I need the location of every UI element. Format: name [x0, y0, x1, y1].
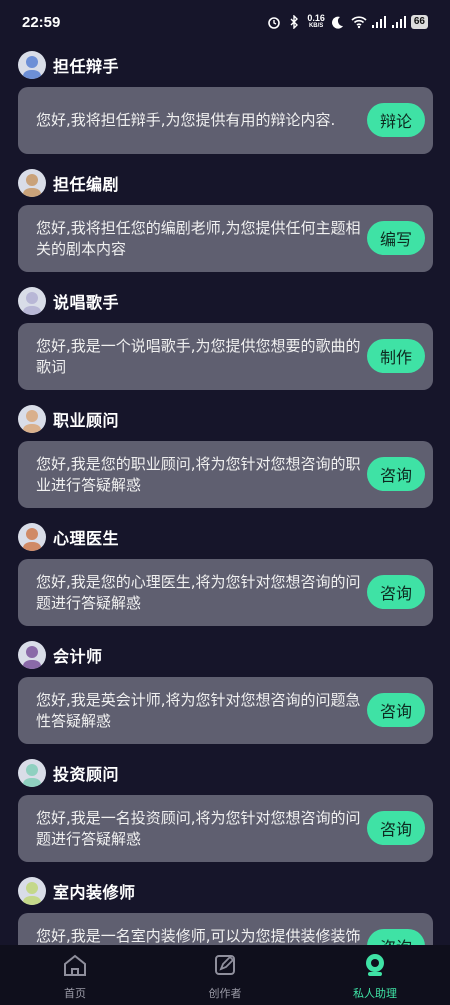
home-icon	[62, 953, 88, 981]
assistant-name: 担任辩手	[53, 57, 120, 76]
assistant-item: 心理医生 您好,我是您的心理医生,将为您针对您想咨询的问题进行答疑解惑 咨询	[0, 516, 450, 634]
assistant-item: 职业顾问 您好,我是您的职业顾问,将为您针对您想咨询的职业进行答疑解惑 咨询	[0, 398, 450, 516]
assistant-name: 心理医生	[53, 529, 120, 548]
assistant-name: 室内装修师	[53, 883, 136, 902]
assistant-action-button[interactable]: 咨询	[367, 693, 425, 727]
assistant-header: 会计师	[18, 640, 103, 670]
assistant-header: 投资顾问	[18, 758, 119, 788]
assistant-description: 您好,我是英会计师,将为您针对您想咨询的问题急性答疑解惑	[36, 690, 361, 730]
avatar	[18, 759, 46, 787]
assistant-description: 您好,我是您的职业顾问,将为您针对您想咨询的职业进行答疑解惑	[36, 454, 361, 494]
nav-tab-pencil[interactable]: 创作者	[150, 945, 300, 1005]
assistant-action-button[interactable]: 咨询	[367, 811, 425, 845]
signal-icon-2	[391, 15, 406, 29]
avatar	[18, 523, 46, 551]
assistant-description: 您好,我是一个说唱歌手,为您提供您想要的歌曲的歌词	[36, 336, 361, 376]
assistant-item: 说唱歌手 您好,我是一个说唱歌手,为您提供您想要的歌曲的歌词 制作	[0, 280, 450, 398]
assistant-header: 室内装修师	[18, 876, 136, 906]
assistant-action-button[interactable]: 辩论	[367, 103, 425, 137]
assistant-item: 投资顾问 您好,我是一名投资顾问,将为您针对您想咨询的问题进行答疑解惑 咨询	[0, 752, 450, 870]
assistant-item: 会计师 您好,我是英会计师,将为您针对您想咨询的问题急性答疑解惑 咨询	[0, 634, 450, 752]
avatar	[18, 51, 46, 79]
assistant-card: 您好,我是英会计师,将为您针对您想咨询的问题急性答疑解惑 咨询	[18, 677, 433, 744]
assistant-action-button[interactable]: 制作	[367, 339, 425, 373]
signal-icon	[371, 15, 386, 29]
avatar	[18, 641, 46, 669]
moon-icon	[331, 15, 345, 29]
assistant-card: 您好,我将担任辩手,为您提供有用的辩论内容. 辩论	[18, 87, 433, 154]
assistant-description: 您好,我将担任您的编剧老师,为您提供任何主题相关的剧本内容	[36, 218, 361, 258]
avatar	[18, 287, 46, 315]
assistant-card: 您好,我是您的心理医生,将为您针对您想咨询的问题进行答疑解惑 咨询	[18, 559, 433, 626]
assistant-description: 您好,我是一名投资顾问,将为您针对您想咨询的问题进行答疑解惑	[36, 808, 361, 848]
assistant-header: 心理医生	[18, 522, 119, 552]
assistant-name: 担任编剧	[53, 175, 120, 194]
assistant-action-button[interactable]: 编写	[367, 221, 425, 255]
alarm-icon	[267, 15, 281, 29]
battery-indicator: 66	[410, 15, 428, 29]
bottom-nav: 首页 创作者 私人助理	[0, 945, 450, 1005]
status-bar: 22:59 0.16 KB/S 66	[0, 0, 450, 44]
avatar	[18, 405, 46, 433]
assistant-description: 您好,我是您的心理医生,将为您针对您想咨询的问题进行答疑解惑	[36, 572, 361, 612]
assistant-icon	[362, 953, 388, 981]
assistant-item: 担任辩手 您好,我将担任辩手,为您提供有用的辩论内容. 辩论	[0, 44, 450, 162]
nav-tab-label: 首页	[64, 987, 86, 1000]
nav-tab-label: 创作者	[208, 987, 242, 1000]
nav-tab-home[interactable]: 首页	[0, 945, 150, 1005]
avatar	[18, 877, 46, 905]
assistant-card: 您好,我是一名投资顾问,将为您针对您想咨询的问题进行答疑解惑 咨询	[18, 795, 433, 862]
assistant-card: 您好,我是一个说唱歌手,为您提供您想要的歌曲的歌词 制作	[18, 323, 433, 390]
assistant-header: 担任辩手	[18, 50, 119, 80]
assistant-card: 您好,我是您的职业顾问,将为您针对您想咨询的职业进行答疑解惑 咨询	[18, 441, 433, 508]
assistant-item: 担任编剧 您好,我将担任您的编剧老师,为您提供任何主题相关的剧本内容 编写	[0, 162, 450, 280]
assistant-card: 您好,我将担任您的编剧老师,为您提供任何主题相关的剧本内容 编写	[18, 205, 433, 272]
pencil-icon	[212, 953, 238, 981]
wifi-icon	[351, 15, 367, 29]
assistant-name: 投资顾问	[53, 765, 120, 784]
network-speed: 0.16 KB/S	[307, 13, 325, 30]
nav-tab-label: 私人助理	[353, 987, 397, 1000]
bluetooth-icon	[287, 14, 301, 30]
status-time: 22:59	[22, 13, 61, 31]
assistant-action-button[interactable]: 咨询	[367, 457, 425, 491]
assistant-header: 说唱歌手	[18, 286, 119, 316]
assistant-description: 您好,我将担任辩手,为您提供有用的辩论内容.	[36, 111, 336, 129]
assistant-name: 说唱歌手	[53, 293, 120, 312]
assistant-header: 职业顾问	[18, 404, 119, 434]
assistant-name: 会计师	[53, 647, 103, 666]
assistant-action-button[interactable]: 咨询	[367, 575, 425, 609]
avatar	[18, 169, 46, 197]
nav-tab-assistant[interactable]: 私人助理	[300, 945, 450, 1005]
assistant-header: 担任编剧	[18, 168, 119, 198]
assistant-name: 职业顾问	[53, 411, 120, 430]
status-icons: 0.16 KB/S 66	[267, 14, 428, 30]
assistant-list: 担任辩手 您好,我将担任辩手,为您提供有用的辩论内容. 辩论 担任编剧 您好,我…	[0, 44, 450, 988]
